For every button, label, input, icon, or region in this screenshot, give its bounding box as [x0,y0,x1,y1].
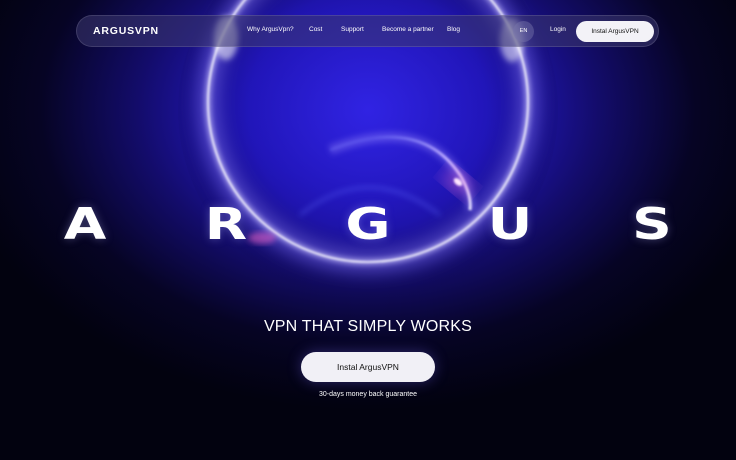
money-back-guarantee: 30-days money back guarantee [318,391,418,398]
nav-link-blog[interactable]: Blog [447,26,460,33]
brand-letter-a: A [63,199,107,250]
brand-letter-s: S [632,199,672,250]
nav-link-cost[interactable]: Cost [309,26,322,33]
nav-install-button[interactable]: Instal ArgusVPN [576,21,654,42]
argusvpn-logo[interactable]: ARGUSVPN [93,25,159,37]
top-navbar: ARGUSVPN Why ArgusVpn? Cost Support Beco… [76,15,659,47]
hero-headline: VPN THAT SIMPLY WORKS [263,318,473,335]
login-link[interactable]: Login [550,26,566,33]
brand-letter-r: R [204,199,248,250]
nav-link-become-partner[interactable]: Become a partner [382,26,434,33]
brand-letter-u: U [487,199,533,250]
nav-link-support[interactable]: Support [341,26,364,33]
brand-letter-g: G [345,199,391,250]
nav-link-why-argusvpn[interactable]: Why ArgusVpn? [247,26,294,33]
language-switcher[interactable]: EN [513,21,534,42]
hero-install-button[interactable]: Instal ArgusVPN [301,352,435,382]
hero-section: ARGUSVPN Why ArgusVpn? Cost Support Beco… [0,0,736,460]
